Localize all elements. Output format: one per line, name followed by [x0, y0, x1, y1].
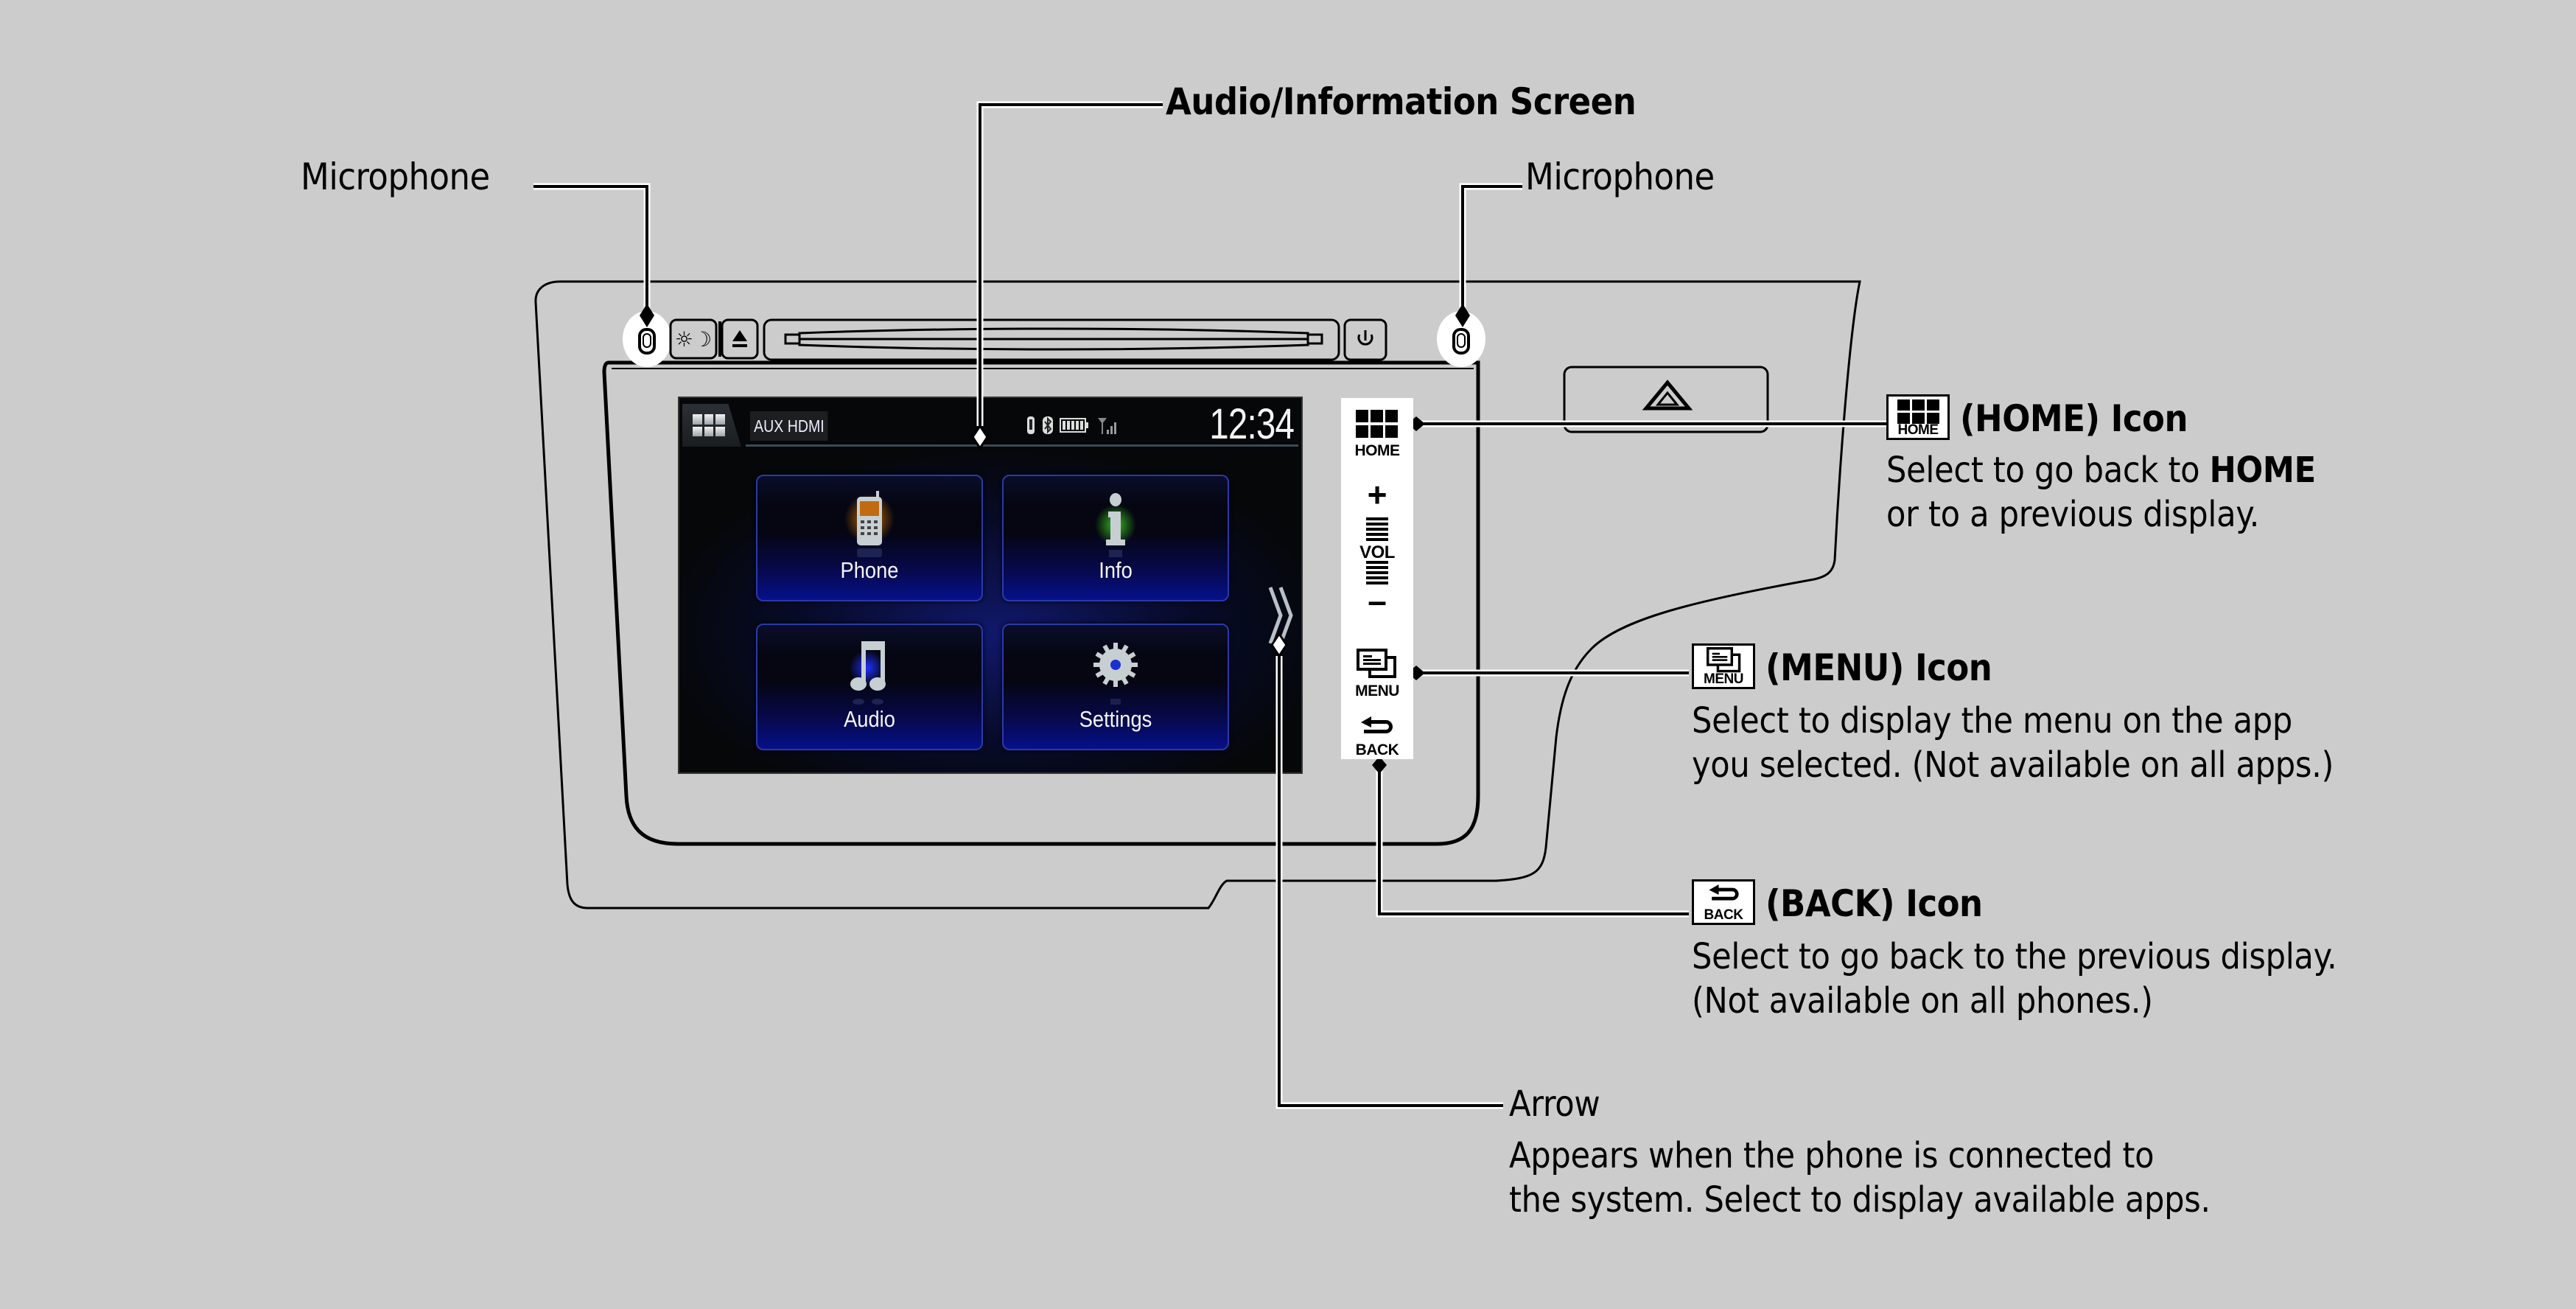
volume-up-button[interactable]: + — [1341, 478, 1413, 512]
home-button-label: HOME — [1354, 442, 1401, 459]
menu-button[interactable]: MENU — [1341, 649, 1413, 699]
microphone-left-label: Microphone — [301, 156, 490, 198]
audio-info-screen-label: Audio/Information Screen — [1166, 80, 1637, 123]
tile-info[interactable]: Info — [1002, 475, 1229, 601]
home-callout-title: HOME (HOME) Icon — [1886, 394, 2188, 444]
tile-settings[interactable]: Settings — [1002, 624, 1229, 750]
home-desc-prefix: Select to go back to — [1886, 450, 2210, 491]
clock: 12:34 — [1209, 400, 1295, 448]
back-callout-title-text: (BACK) Icon — [1765, 882, 1983, 925]
status-divider — [746, 444, 1298, 447]
menu-icon — [1707, 646, 1741, 672]
more-apps-arrow[interactable] — [1267, 586, 1297, 645]
volume-bars-upper — [1366, 517, 1388, 541]
status-icons — [1026, 414, 1120, 436]
back-callout-desc-line1: Select to go back to the previous displa… — [1692, 936, 2337, 977]
menu-button-label: MENU — [1355, 683, 1399, 699]
bluetooth-icon — [1043, 416, 1053, 434]
back-callout-desc-line2: (Not available on all phones.) — [1692, 980, 2153, 1022]
menu-icon-badge: MENU — [1692, 643, 1755, 689]
arrow-callout-title: Arrow — [1509, 1083, 1600, 1125]
tile-label: Info — [1099, 557, 1133, 583]
menu-icon-caption: MENU — [1704, 671, 1743, 687]
back-callout-title: BACK (BACK) Icon — [1692, 879, 1983, 929]
arrow-callout-desc-line1: Appears when the phone is connected to — [1509, 1135, 2155, 1176]
back-arrow-icon — [1361, 716, 1393, 733]
microphone-right-label: Microphone — [1525, 156, 1715, 198]
menu-callout-desc-line2: you selected. (Not available on all apps… — [1692, 744, 2334, 786]
back-icon-badge: BACK — [1692, 879, 1755, 925]
home-callout-desc-line1: Select to go back to HOME — [1886, 448, 2316, 492]
usb-icon — [1027, 416, 1035, 434]
menu-callout-title: MENU (MENU) Icon — [1692, 643, 1992, 694]
status-bar: AUX HDMI 12:34 — [679, 398, 1301, 448]
screen-home-button[interactable] — [682, 404, 741, 447]
home-grid-icon — [693, 414, 725, 436]
home-button[interactable]: HOME — [1341, 410, 1413, 459]
menu-callout-desc-line1: Select to display the menu on the app — [1692, 700, 2293, 741]
volume-slider[interactable]: VOL — [1341, 517, 1413, 588]
back-arrow-icon — [1709, 884, 1739, 900]
signal-icon — [1098, 418, 1116, 434]
back-icon-caption: BACK — [1704, 907, 1743, 923]
home-desc-bold: HOME — [2209, 450, 2316, 491]
home-grid-icon — [1356, 410, 1398, 438]
top-button-strip: ☼☽ — [623, 311, 1485, 367]
menu-callout-title-text: (MENU) Icon — [1765, 646, 1992, 689]
battery-icon — [1060, 418, 1088, 433]
tile-label: Audio — [844, 706, 895, 732]
music-note-icon — [850, 641, 886, 705]
home-icon-badge: HOME — [1886, 394, 1950, 440]
volume-down-button[interactable]: – — [1341, 584, 1413, 618]
phone-icon — [844, 491, 895, 557]
home-callout-desc-line2: or to a previous display. — [1886, 494, 2260, 535]
back-button[interactable]: BACK — [1341, 716, 1413, 758]
back-button-label: BACK — [1355, 741, 1399, 758]
info-icon — [1095, 493, 1136, 557]
side-button-panel: HOME + VOL – MENU BACK — [1341, 398, 1413, 759]
audio-source-label: AUX HDMI — [750, 411, 828, 441]
tile-phone[interactable]: Phone — [756, 475, 983, 601]
home-grid-icon — [1897, 399, 1939, 424]
tile-audio[interactable]: Audio — [756, 624, 983, 750]
menu-icon — [1357, 649, 1396, 678]
audio-information-screen: AUX HDMI 12:34 Phone Info Audio Settings — [678, 397, 1303, 774]
volume-label: VOL — [1359, 542, 1395, 562]
sun-moon-icon: ☼☽ — [675, 327, 712, 352]
tile-label: Phone — [840, 557, 899, 583]
home-callout-title-text: (HOME) Icon — [1960, 397, 2188, 440]
home-icon-caption: HOME — [1897, 422, 1939, 438]
arrow-callout-desc-line2: the system. Select to display available … — [1509, 1179, 2211, 1221]
tile-label: Settings — [1079, 706, 1152, 732]
gear-icon — [1093, 643, 1138, 705]
